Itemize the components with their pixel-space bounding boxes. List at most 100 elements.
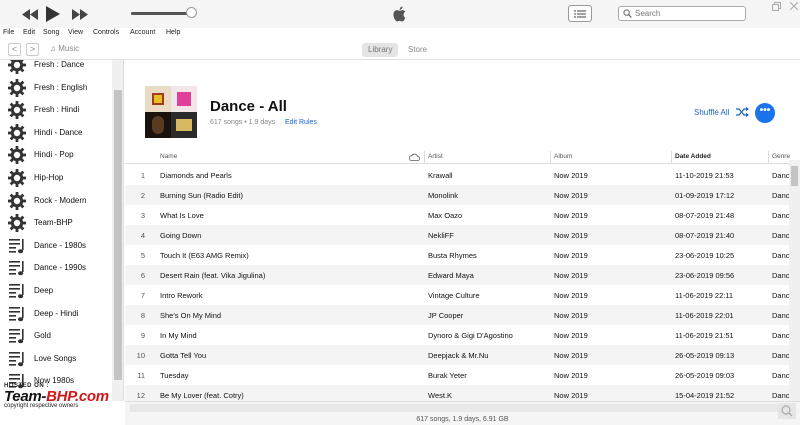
- table-scroll-thumb[interactable]: [791, 166, 798, 186]
- table-row[interactable]: 5 Touch It (E63 AMG Remix) Busta Rhymes Now…: [125, 245, 800, 265]
- song-artist: Vintage Culture: [428, 291, 480, 300]
- menu-view[interactable]: View: [68, 29, 83, 36]
- menu-edit[interactable]: Edit: [23, 29, 35, 36]
- shuffle-icon[interactable]: [736, 107, 749, 117]
- status-text: 617 songs, 1.9 days, 6.91 GB: [416, 416, 509, 423]
- table-scrollbar[interactable]: [789, 160, 800, 401]
- table-row[interactable]: 6 Desert Rain (feat. Vika Jigulina) Edward…: [125, 265, 800, 285]
- table-row[interactable]: 3 What Is Love Max Oazo Now 2019 08-07-2019 …: [125, 205, 800, 225]
- close-window-button[interactable]: [788, 1, 800, 14]
- player-bar: Search: [0, 0, 800, 28]
- up-next-button[interactable]: [568, 5, 592, 22]
- volume-slider[interactable]: [131, 12, 193, 15]
- song-name: She's On My Mind: [160, 311, 222, 320]
- table-row[interactable]: 8 She's On My Mind JP Cooper Now 2019 11-06-…: [125, 305, 800, 325]
- menu-controls[interactable]: Controls: [93, 29, 119, 36]
- sidebar-item[interactable]: Dance - 1980s: [0, 235, 112, 257]
- column-divider[interactable]: [768, 151, 769, 163]
- table-row[interactable]: 10 Gotta Tell You Deepjack & Mr.Nu Now 2019…: [125, 345, 800, 365]
- sidebar-item-label: Fresh : Dance: [34, 60, 85, 69]
- column-date-added-header[interactable]: Date Added: [675, 153, 711, 160]
- playlist-icon: [7, 349, 27, 369]
- sidebar-item-label: Love Songs: [34, 353, 77, 363]
- sidebar-item[interactable]: Rock - Modern: [0, 190, 112, 212]
- sidebar-item[interactable]: Hindi - Dance: [0, 122, 112, 144]
- column-name-header[interactable]: Name: [160, 153, 177, 160]
- song-name: Tuesday: [160, 371, 189, 380]
- song-name: Diamonds and Pearls: [160, 171, 232, 180]
- menu-file[interactable]: File: [3, 29, 14, 36]
- back-button[interactable]: <: [8, 43, 21, 56]
- song-date-added: 26-05-2019 09:13: [675, 351, 735, 360]
- album-art-3: [145, 112, 171, 138]
- sidebar-item[interactable]: Deep: [0, 280, 112, 302]
- zoom-corner[interactable]: [778, 403, 796, 419]
- song-date-added: 23-06-2019 10:25: [675, 251, 735, 260]
- menu-account[interactable]: Account: [130, 29, 155, 36]
- menu-help[interactable]: Help: [166, 29, 180, 36]
- fast-forward-button[interactable]: [70, 5, 90, 23]
- song-date-added: 15-04-2019 21:52: [675, 391, 735, 400]
- table-row[interactable]: 11 Tuesday Burak Yeter Now 2019 26-05-2019 0…: [125, 365, 800, 385]
- table-row[interactable]: 12 Be My Lover (feat. Cotry) West.K Now 201…: [125, 385, 800, 401]
- search-input[interactable]: Search: [618, 6, 746, 21]
- song-date-added: 11-06-2019 21:51: [675, 331, 734, 340]
- column-genre-header[interactable]: Genre: [772, 153, 790, 160]
- table-row[interactable]: 9 In My Mind Dynoro & Gigi D'Agostino Now 2…: [125, 325, 800, 345]
- sidebar-item[interactable]: Gold: [0, 325, 112, 347]
- shuffle-all-button[interactable]: Shuffle All: [694, 108, 729, 117]
- tab-store[interactable]: Store: [402, 43, 433, 57]
- sidebar-item-label: Dance - 1980s: [34, 240, 87, 250]
- song-name: Going Down: [160, 231, 202, 240]
- table-row[interactable]: 2 Burning Sun (Radio Edit) Monolink Now 201…: [125, 185, 800, 205]
- column-album-header[interactable]: Album: [554, 153, 572, 160]
- tab-library[interactable]: Library: [362, 43, 399, 57]
- sidebar-item[interactable]: Hip-Hop: [0, 167, 112, 189]
- gear-icon: [7, 100, 27, 120]
- media-picker[interactable]: ♫ Music: [50, 44, 79, 53]
- song-date-added: 01-09-2019 17:12: [675, 191, 735, 200]
- song-album: Now 2019: [554, 311, 588, 320]
- track-number: 1: [140, 171, 145, 180]
- sidebar-item[interactable]: Fresh : English: [0, 77, 112, 99]
- volume-knob[interactable]: [186, 7, 197, 18]
- play-button[interactable]: [43, 5, 63, 23]
- sidebar-item[interactable]: Love Songs: [0, 348, 112, 370]
- sidebar-item[interactable]: Fresh : Dance: [0, 60, 112, 76]
- sidebar-item[interactable]: Deep - Hindi: [0, 303, 112, 325]
- restore-window-button[interactable]: [770, 2, 782, 14]
- table-row[interactable]: 7 Intro Rework Vintage Culture Now 2019 11-0…: [125, 285, 800, 305]
- sidebar-item-label: Deep - Hindi: [34, 308, 79, 318]
- sidebar-scrollbar[interactable]: [112, 60, 123, 401]
- song-album: Now 2019: [554, 271, 588, 280]
- table-header: Name Artist Album Date Added Genre: [125, 150, 800, 164]
- gear-icon: [7, 191, 27, 211]
- sidebar-item-label: Dance - 1990s: [34, 263, 87, 273]
- forward-button[interactable]: >: [26, 43, 39, 56]
- sidebar-item-label: Hip-Hop: [34, 173, 64, 182]
- sidebar-item[interactable]: Fresh : Hindi: [0, 99, 112, 121]
- track-number: 2: [140, 191, 145, 200]
- rewind-button[interactable]: [20, 5, 40, 23]
- sidebar-item[interactable]: Dance - 1990s: [0, 257, 112, 279]
- song-artist: NekliFF: [428, 231, 454, 240]
- edit-rules-link[interactable]: Edit Rules: [285, 119, 317, 126]
- table-row[interactable]: 1 Diamonds and Pearls Krawall Now 2019 11-10…: [125, 165, 800, 185]
- menu-song[interactable]: Song: [43, 29, 59, 36]
- table-row[interactable]: 4 Going Down NekliFF Now 2019 08-07-2019 21:…: [125, 225, 800, 245]
- track-number: 12: [136, 391, 145, 400]
- horizontal-scrollbar[interactable]: [130, 404, 780, 412]
- more-options-button[interactable]: •••: [755, 103, 775, 123]
- album-art-1: [145, 86, 171, 112]
- column-divider[interactable]: [671, 151, 672, 163]
- song-name: Touch It (E63 AMG Remix): [160, 251, 249, 260]
- column-artist-header[interactable]: Artist: [428, 153, 443, 160]
- sidebar-item[interactable]: Team-BHP: [0, 212, 112, 234]
- sidebar-item[interactable]: Hindi - Pop: [0, 144, 112, 166]
- song-album: Now 2019: [554, 231, 588, 240]
- column-divider[interactable]: [550, 151, 551, 163]
- column-divider[interactable]: [424, 151, 425, 163]
- cloud-icon[interactable]: [409, 153, 420, 161]
- sidebar-scroll-thumb[interactable]: [114, 90, 122, 380]
- track-number: 9: [140, 331, 145, 340]
